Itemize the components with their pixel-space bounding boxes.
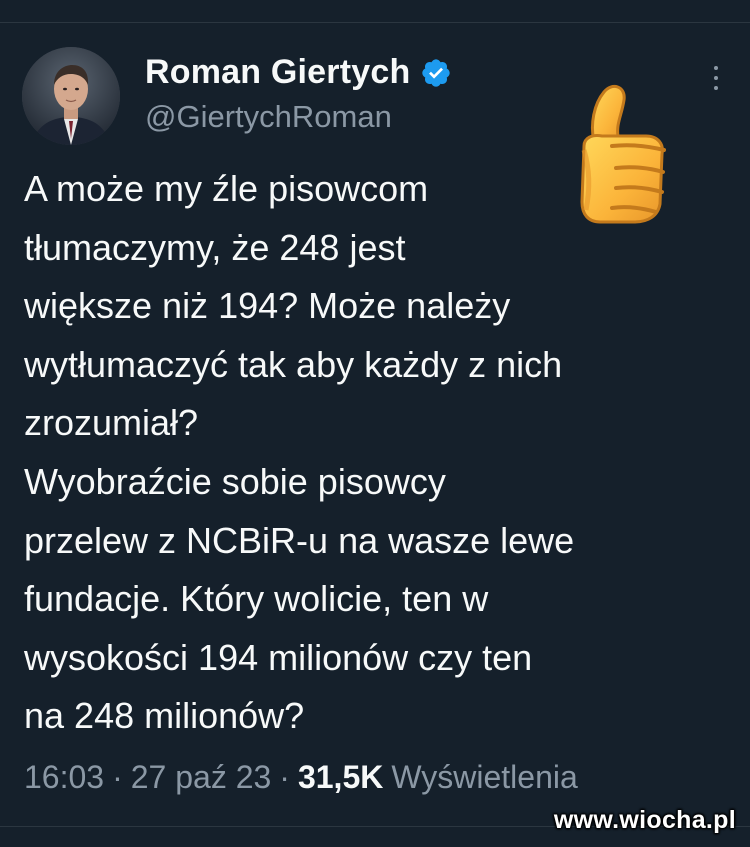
tweet-line: zrozumiał?: [24, 402, 199, 444]
avatar[interactable]: [22, 47, 120, 145]
avatar-image: [22, 47, 120, 145]
meta-separator: ·: [112, 759, 123, 795]
author-handle[interactable]: @GiertychRoman: [145, 99, 392, 135]
more-dot-icon: [714, 66, 718, 70]
tweet-line: na 248 milionów?: [24, 695, 305, 737]
tweet-line: Wyobraźcie sobie pisowcy: [24, 460, 446, 502]
more-dot-icon: [714, 86, 718, 90]
tweet-line: przelew z NCBiR-u na wasze lewe: [24, 519, 575, 561]
watermark: www.wiocha.pl: [553, 806, 736, 834]
views-label[interactable]: Wyświetlenia: [391, 759, 577, 796]
tweet-line: fundacje. Który wolicie, ten w: [24, 578, 489, 620]
views-count[interactable]: 31,5K: [298, 759, 383, 796]
top-divider: [0, 22, 750, 23]
tweet-date[interactable]: 27 paź 23: [131, 759, 272, 796]
more-options-button[interactable]: [704, 62, 728, 94]
tweet-line: A może my źle pisowcom: [24, 168, 429, 209]
more-dot-icon: [714, 76, 718, 80]
tweet-time[interactable]: 16:03: [24, 759, 104, 796]
tweet-line: większe niż 194? Może należy: [24, 285, 511, 327]
tweet-line: wysokości 194 milionów czy ten: [24, 636, 533, 678]
tweet-line: tłumaczymy, że 248 jest: [24, 226, 406, 268]
author-name-text[interactable]: Roman Giertych: [145, 53, 410, 92]
tweet-meta: 16:03 · 27 paź 23 · 31,5K Wyświetlenia: [24, 759, 578, 796]
author-name[interactable]: Roman Giertych: [145, 53, 452, 92]
verified-badge-icon: [422, 58, 451, 87]
tweet-line: wytłumaczyć tak aby każdy z nich: [24, 343, 563, 385]
meta-separator: ·: [279, 759, 290, 795]
tweet-text: A może my źle pisowcom tłumaczymy, że 24…: [24, 160, 724, 746]
